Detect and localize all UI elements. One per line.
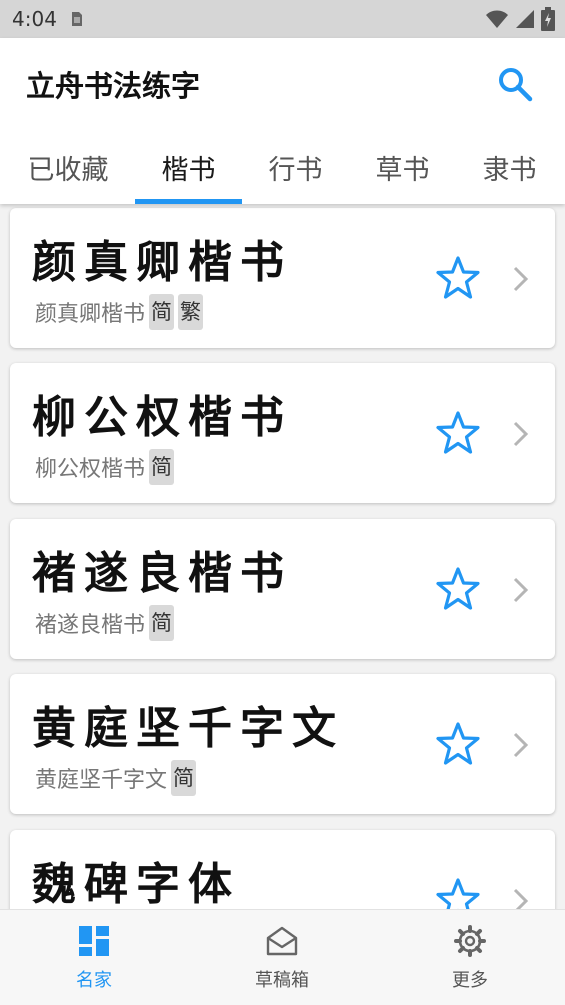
style-list: 颜真卿楷书 颜真卿楷书 简 繁 柳公权楷书 柳公权楷书 简 褚遂良楷书 褚遂良楷…	[0, 204, 565, 909]
tag-simplified: 简	[171, 760, 197, 796]
nav-label: 更多	[452, 970, 488, 991]
search-icon[interactable]	[495, 64, 535, 104]
star-icon[interactable]	[435, 877, 481, 909]
list-item[interactable]: 颜真卿楷书 颜真卿楷书 简 繁	[10, 208, 555, 348]
tag-simplified: 简	[149, 605, 175, 641]
tag-simplified: 简	[149, 294, 175, 330]
item-name: 柳公权楷书	[35, 457, 146, 482]
nav-label: 草稿箱	[255, 970, 309, 991]
nav-masters[interactable]: 名家	[0, 910, 188, 1005]
list-item[interactable]: 柳公权楷书 柳公权楷书 简	[10, 363, 555, 503]
app-title: 立舟书法练字	[26, 69, 201, 103]
tab-kaishu[interactable]: 楷书	[135, 130, 242, 204]
status-time: 4:04	[12, 7, 57, 31]
list-item[interactable]: 褚遂良楷书 褚遂良楷书 简	[10, 519, 555, 659]
star-icon[interactable]	[435, 566, 481, 612]
list-item[interactable]: 黄庭坚千字文 黄庭坚千字文 简	[10, 674, 555, 814]
envelope-icon	[266, 926, 298, 956]
calligraphy-preview: 褚遂良楷书	[32, 548, 292, 599]
chevron-right-icon	[513, 266, 529, 292]
tab-favorites[interactable]: 已收藏	[10, 130, 126, 204]
tab-caoshu[interactable]: 草书	[349, 130, 456, 204]
item-name: 颜真卿楷书	[35, 302, 146, 327]
nav-more[interactable]: 更多	[376, 910, 564, 1005]
wifi-icon	[486, 10, 508, 28]
calligraphy-preview: 颜真卿楷书	[32, 237, 292, 288]
battery-icon	[541, 7, 555, 31]
status-bar: 4:04	[0, 0, 565, 38]
star-icon[interactable]	[435, 410, 481, 456]
chevron-right-icon	[513, 732, 529, 758]
chevron-right-icon	[513, 577, 529, 603]
grid-icon	[79, 926, 109, 956]
tag-traditional: 繁	[178, 294, 204, 330]
calligraphy-preview: 柳公权楷书	[32, 392, 292, 443]
app-bar: 立舟书法练字 已收藏 楷书 行书 草书 隶书	[0, 38, 565, 204]
chevron-right-icon	[513, 421, 529, 447]
signal-icon	[516, 10, 534, 28]
calligraphy-preview: 魏碑字体	[32, 859, 240, 909]
list-item[interactable]: 魏碑字体	[10, 830, 555, 909]
star-icon[interactable]	[435, 255, 481, 301]
item-name: 褚遂良楷书	[35, 613, 146, 638]
calligraphy-preview: 黄庭坚千字文	[32, 703, 344, 754]
star-icon[interactable]	[435, 721, 481, 767]
nav-drafts[interactable]: 草稿箱	[188, 910, 376, 1005]
chevron-right-icon	[513, 888, 529, 909]
item-name: 黄庭坚千字文	[35, 768, 168, 793]
tab-lishu[interactable]: 隶书	[456, 130, 563, 204]
active-tab-indicator	[135, 199, 242, 204]
tag-simplified: 简	[149, 449, 175, 485]
sim-card-icon	[71, 12, 82, 26]
gear-icon	[454, 925, 486, 957]
bottom-navigation: 名家 草稿箱 更多	[0, 909, 565, 1005]
category-tabs: 已收藏 楷书 行书 草书 隶书	[0, 130, 565, 204]
nav-label: 名家	[76, 970, 112, 991]
tab-xingshu[interactable]: 行书	[242, 130, 349, 204]
